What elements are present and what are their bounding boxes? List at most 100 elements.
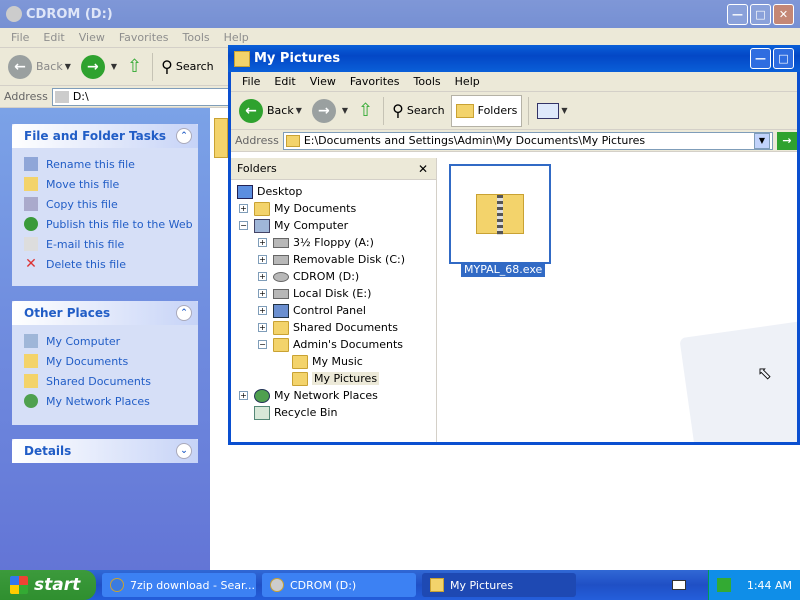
keyboard-icon[interactable] [672,580,686,590]
tree-my-documents[interactable]: + My Documents [239,200,356,217]
address-label: Address [4,90,48,103]
expand-icon[interactable]: + [258,238,267,247]
network-places-link[interactable]: My Network Places [12,391,198,411]
tree-network-places[interactable]: + My Network Places [239,387,378,404]
tree-removable-disk[interactable]: + Removable Disk (C:) [258,251,405,268]
menu-view[interactable]: View [72,31,112,44]
collapse-icon[interactable]: ⌃ [176,128,192,144]
menu-tools[interactable]: Tools [176,31,217,44]
taskbar-item-browser[interactable]: 7zip download - Sear... [102,573,256,597]
menu-bar: File Edit View Favorites Tools Help [231,72,797,92]
menu-tools[interactable]: Tools [407,75,448,88]
tree-my-pictures[interactable]: My Pictures [292,370,380,387]
tree-desktop[interactable]: Desktop [237,183,302,200]
expand-icon[interactable]: ⌄ [176,443,192,459]
search-button[interactable]: ⚲ Search [157,51,218,83]
menu-favorites[interactable]: Favorites [112,31,176,44]
file-list-pane: MYPAL_68.exe ⬁ [437,158,797,442]
expand-icon[interactable]: + [258,323,267,332]
folder-icon [273,320,289,335]
tree-my-music[interactable]: My Music [292,353,363,370]
my-pictures-titlebar[interactable]: My Pictures — □ [228,45,800,72]
menu-file[interactable]: File [235,75,267,88]
tree-control-panel[interactable]: + Control Panel [258,302,366,319]
tree-shared-documents[interactable]: + Shared Documents [258,319,398,336]
up-button[interactable]: ⇧ [354,95,377,127]
other-places-header[interactable]: Other Places ⌃ [12,301,198,325]
back-arrow-icon: ← [239,98,263,123]
cdrom-titlebar[interactable]: CDROM (D:) — □ ✕ [0,0,800,28]
views-icon [537,102,560,119]
divider [528,96,530,125]
tree-cdrom[interactable]: + CDROM (D:) [258,268,359,285]
maximize-button[interactable]: □ [750,3,771,25]
expand-icon[interactable]: + [258,272,267,281]
close-icon[interactable]: ✕ [418,162,428,176]
close-button[interactable]: ✕ [773,3,794,25]
folder-icon [24,354,38,368]
search-button[interactable]: ⚲ Search [388,95,449,127]
network-icon [254,388,270,403]
minimize-button[interactable]: — [750,48,771,69]
tree-local-disk[interactable]: + Local Disk (E:) [258,285,371,302]
tree-my-computer[interactable]: − My Computer [239,217,348,234]
my-documents-link[interactable]: My Documents [12,351,198,371]
network-tray-icon[interactable] [716,578,731,592]
file-name-label[interactable]: MYPAL_68.exe [461,262,546,277]
back-button[interactable]: ← Back ▼ [235,95,306,127]
up-button[interactable]: ⇧ [123,51,146,83]
collapse-icon[interactable]: − [239,221,248,230]
my-computer-link[interactable]: My Computer [12,331,198,351]
explorer-body: Folders ✕ Desktop + My Documents − My Comp… [231,158,797,442]
menu-edit[interactable]: Edit [267,75,302,88]
move-icon [24,177,38,191]
folders-button[interactable]: Folders [450,94,523,127]
details-header[interactable]: Details ⌄ [12,439,198,463]
expand-icon[interactable]: + [258,306,267,315]
expand-icon[interactable]: + [258,255,267,264]
menu-help[interactable]: Help [448,75,487,88]
file-tasks-header[interactable]: File and Folder Tasks ⌃ [12,124,198,148]
collapse-icon[interactable]: ⌃ [176,305,192,321]
go-button[interactable]: → [777,131,797,150]
menu-help[interactable]: Help [217,31,256,44]
tree-recycle-bin[interactable]: Recycle Bin [254,404,337,421]
shared-documents-link[interactable]: Shared Documents [12,371,198,391]
publish-web-link[interactable]: Publish this file to the Web [12,214,198,234]
address-field[interactable]: E:\Documents and Settings\Admin\My Docum… [282,131,773,150]
expand-icon[interactable]: + [239,204,248,213]
menu-file[interactable]: File [4,31,36,44]
forward-button[interactable]: → ▼ [77,51,121,83]
other-places: Other Places ⌃ My Computer My Documents … [12,301,198,425]
tree-floppy[interactable]: +3½ Floppy (A:) [258,234,374,251]
copy-file-link[interactable]: Copy this file [12,194,198,214]
delete-file-link[interactable]: ✕ Delete this file [12,254,198,274]
taskbar-item-cdrom[interactable]: CDROM (D:) [262,573,416,597]
maximize-button[interactable]: □ [773,48,794,69]
tree-admins-documents[interactable]: − Admin's Documents [258,336,403,353]
expand-icon[interactable]: + [258,289,267,298]
email-file-link[interactable]: E-mail this file [12,234,198,254]
divider [383,96,385,125]
menu-view[interactable]: View [303,75,343,88]
up-folder-icon: ⇧ [358,100,374,121]
email-icon [24,237,38,251]
collapse-icon[interactable]: − [258,340,267,349]
cd-drive-icon [273,271,289,282]
menu-edit[interactable]: Edit [36,31,71,44]
views-button[interactable]: ▼ [533,95,571,127]
move-file-link[interactable]: Move this file [12,174,198,194]
rename-icon [24,157,38,171]
clock[interactable]: 1:44 AM [747,579,792,592]
menu-favorites[interactable]: Favorites [343,75,407,88]
start-button[interactable]: start [0,570,96,600]
zip-file-icon [476,194,524,235]
back-button[interactable]: ← Back ▼ [4,51,75,83]
forward-button[interactable]: → ▼ [308,95,352,127]
minimize-button[interactable]: — [727,3,748,25]
taskbar-item-my-pictures[interactable]: My Pictures [422,573,576,597]
file-item[interactable] [449,164,551,264]
rename-file-link[interactable]: Rename this file [12,154,198,174]
address-dropdown[interactable]: ▼ [754,132,770,149]
expand-icon[interactable]: + [239,391,248,400]
